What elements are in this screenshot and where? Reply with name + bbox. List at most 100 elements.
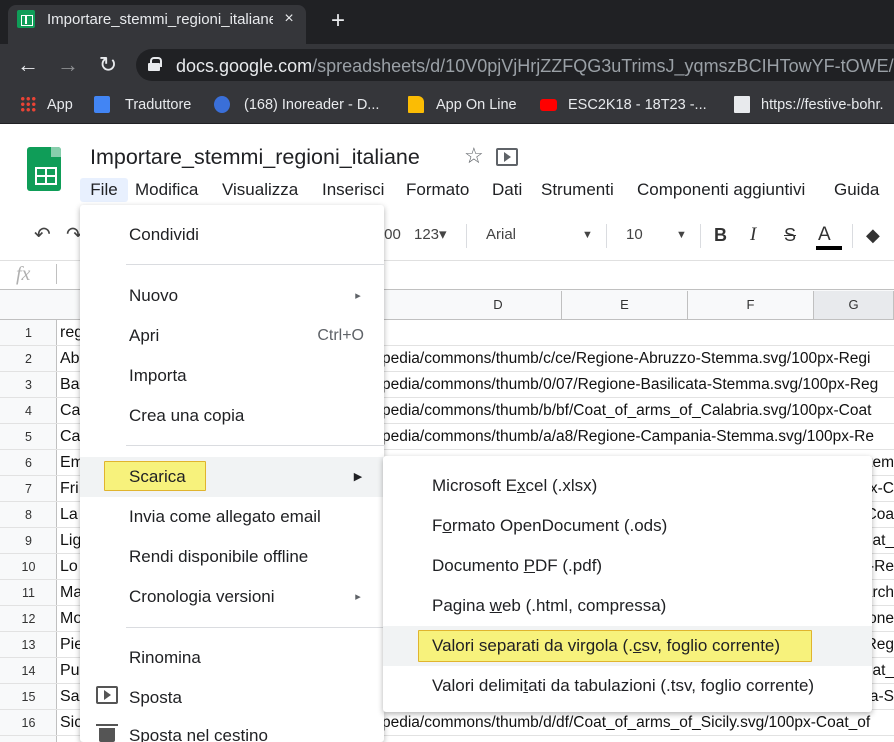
fill-color-icon[interactable]: ◆ xyxy=(866,222,892,248)
row-header[interactable]: 11 xyxy=(0,580,57,606)
menu-item-nuovo[interactable]: Nuovo xyxy=(129,276,178,316)
download-tsv[interactable]: Valori delimitati da tabulazioni (.tsv, … xyxy=(432,666,814,706)
sheets-favicon-icon xyxy=(17,10,35,28)
menu-item-invia-email[interactable]: Invia come allegato email xyxy=(129,497,321,537)
bookmark-festive-bohr[interactable]: https://festive-bohr. xyxy=(761,93,884,117)
bookmark-inoreader[interactable]: (168) Inoreader - D... xyxy=(244,93,379,117)
row-header[interactable]: 7 xyxy=(0,476,57,502)
text-color-button[interactable]: A xyxy=(818,222,838,248)
menu-item-scarica[interactable]: Scarica xyxy=(129,457,186,497)
font-dropdown-icon[interactable]: ▼ xyxy=(582,222,596,248)
row-header[interactable]: 4 xyxy=(0,398,57,424)
cell-a[interactable]: Pu xyxy=(60,658,80,684)
cell-url[interactable] xyxy=(382,320,894,346)
font-select[interactable]: Arial xyxy=(486,222,576,248)
menu-strumenti[interactable]: Strumenti xyxy=(541,178,614,202)
cell-a[interactable]: Lo xyxy=(60,554,78,580)
menu-item-cronologia[interactable]: Cronologia versioni xyxy=(129,577,275,617)
menu-item-condividi[interactable]: Condividi xyxy=(129,215,199,255)
row-header[interactable]: 5 xyxy=(0,424,57,450)
column-header-g[interactable]: G xyxy=(814,291,894,319)
label-part: Valori separati da virgola (. xyxy=(432,636,633,655)
cell-a[interactable]: Mo xyxy=(60,606,82,632)
row-header[interactable]: 12 xyxy=(0,606,57,632)
cell-a[interactable]: Ca xyxy=(60,398,80,424)
menu-item-importa[interactable]: Importa xyxy=(129,356,187,396)
download-xlsx[interactable]: Microsoft Excel (.xlsx) xyxy=(432,466,597,506)
row-header[interactable]: 8 xyxy=(0,502,57,528)
download-pdf[interactable]: Documento PDF (.pdf) xyxy=(432,546,602,586)
undo-icon[interactable]: ↶ xyxy=(34,222,56,248)
row-header[interactable]: 14 xyxy=(0,658,57,684)
document-title[interactable]: Importare_stemmi_regioni_italiane xyxy=(90,143,450,171)
menu-item-rinomina[interactable]: Rinomina xyxy=(129,638,201,678)
cell-a[interactable]: Ca xyxy=(60,424,80,450)
back-button[interactable]: ← xyxy=(14,51,42,79)
tab-close-icon[interactable]: × xyxy=(280,9,298,29)
italic-button[interactable]: I xyxy=(750,222,766,248)
star-icon[interactable]: ☆ xyxy=(464,144,488,168)
font-size-dropdown-icon[interactable]: ▼ xyxy=(676,222,690,248)
cell-url[interactable]: pedia/commons/thumb/0/07/Regione-Basilic… xyxy=(382,372,894,398)
cell-a[interactable]: Ba xyxy=(60,372,80,398)
row-header[interactable]: 1 xyxy=(0,320,57,346)
move-folder-icon[interactable] xyxy=(496,148,518,166)
cell-a[interactable]: Fri xyxy=(60,476,79,502)
cell-url[interactable]: pedia/commons/thumb/c/ce/Regione-Abruzzo… xyxy=(382,346,894,372)
cell-url[interactable]: pedia/commons/thumb/a/a8/Regione-Campani… xyxy=(382,424,894,450)
row-header[interactable]: 3 xyxy=(0,372,57,398)
row-header[interactable]: 2 xyxy=(0,346,57,372)
menu-item-apri[interactable]: Apri xyxy=(129,316,159,356)
cell-a[interactable]: Sa xyxy=(60,684,80,710)
label-part: F xyxy=(432,516,443,535)
column-header-f[interactable]: F xyxy=(688,291,814,319)
cell-a[interactable]: La xyxy=(60,502,78,528)
row-header[interactable]: 10 xyxy=(0,554,57,580)
download-ods[interactable]: Formato OpenDocument (.ods) xyxy=(432,506,667,546)
bookmark-app-on-line[interactable]: App On Line xyxy=(436,93,517,117)
new-tab-button[interactable]: + xyxy=(326,8,350,34)
bookmark-esc2k18[interactable]: ESC2K18 - 18T23 -... xyxy=(568,93,707,117)
menu-separator xyxy=(126,445,384,446)
download-csv[interactable]: Valori separati da virgola (.csv, foglio… xyxy=(432,626,780,666)
bold-button[interactable]: B xyxy=(714,222,730,248)
cell-a[interactable]: Ma xyxy=(60,580,82,606)
number-format-button[interactable]: 123▾ xyxy=(414,222,454,248)
cell-a[interactable]: Lig xyxy=(60,528,81,554)
menu-item-crea-copia[interactable]: Crea una copia xyxy=(129,396,244,436)
column-header-e[interactable]: E xyxy=(562,291,688,319)
lock-icon[interactable] xyxy=(148,57,162,71)
row-header[interactable]: 13 xyxy=(0,632,57,658)
menu-formato[interactable]: Formato xyxy=(406,178,469,202)
menu-dati[interactable]: Dati xyxy=(492,178,522,202)
cell-a[interactable]: Sic xyxy=(60,710,82,736)
row-header[interactable]: 16 xyxy=(0,710,57,736)
strikethrough-button[interactable]: S xyxy=(784,222,800,248)
trash-icon xyxy=(96,724,118,742)
menu-item-cestino[interactable]: Sposta nel cestino xyxy=(129,716,268,742)
menu-guida[interactable]: Guida xyxy=(834,178,879,202)
menu-inserisci[interactable]: Inserisci xyxy=(322,178,384,202)
bookmark-app[interactable]: App xyxy=(47,93,73,117)
reload-button[interactable]: ↻ xyxy=(94,51,122,79)
label-part: Microsoft E xyxy=(432,476,518,495)
row-header[interactable]: 15 xyxy=(0,684,57,710)
download-html[interactable]: Pagina web (.html, compressa) xyxy=(432,586,666,626)
menu-visualizza[interactable]: Visualizza xyxy=(222,178,298,202)
url-text[interactable]: docs.google.com/spreadsheets/d/10V0pjVjH… xyxy=(176,54,894,78)
sheets-logo-icon[interactable] xyxy=(27,147,61,191)
column-header-d[interactable]: D xyxy=(435,291,562,319)
row-header[interactable]: 6 xyxy=(0,450,57,476)
cell-url[interactable]: pedia/commons/thumb/d/df/Coat_of_arms_of… xyxy=(382,710,894,736)
menu-componenti-aggiuntivi[interactable]: Componenti aggiuntivi xyxy=(637,178,805,202)
forward-button[interactable]: → xyxy=(54,51,82,79)
cell-url[interactable]: pedia/commons/thumb/b/bf/Coat_of_arms_of… xyxy=(382,398,894,424)
cell-a[interactable]: Ab xyxy=(60,346,80,372)
menu-item-offline[interactable]: Rendi disponibile offline xyxy=(129,537,308,577)
bookmark-traduttore[interactable]: Traduttore xyxy=(125,93,191,117)
row-header[interactable]: 9 xyxy=(0,528,57,554)
font-size-select[interactable]: 10 xyxy=(626,222,656,248)
menu-item-sposta[interactable]: Sposta xyxy=(129,678,182,718)
menu-modifica[interactable]: Modifica xyxy=(135,178,198,202)
menu-file[interactable]: File xyxy=(80,178,128,202)
